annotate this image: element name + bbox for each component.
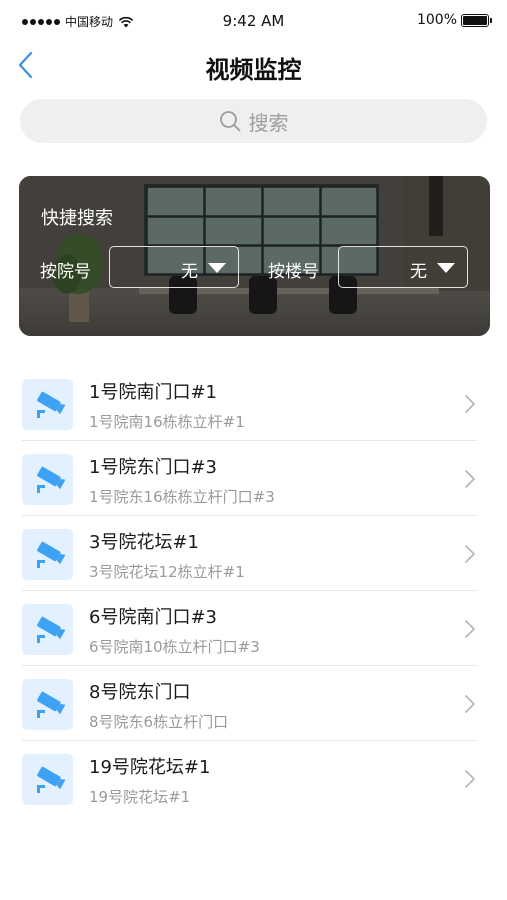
camera-title: 1号院东门口#3 — [89, 457, 217, 478]
nav-bar: 视频监控 — [0, 42, 507, 90]
chevron-right-icon — [465, 695, 475, 713]
courtyard-select-value: 无 — [181, 262, 198, 282]
courtyard-select[interactable]: 无 — [109, 246, 239, 288]
camera-icon-tile — [22, 454, 73, 505]
camera-subtitle: 3号院花坛12栋立杆#1 — [89, 563, 245, 581]
camera-icon-tile — [22, 754, 73, 805]
camera-title: 6号院南门口#3 — [89, 607, 217, 628]
camera-list-item[interactable]: 8号院东门口 8号院东6栋立杆门口 — [0, 666, 507, 741]
chevron-right-icon — [465, 395, 475, 413]
camera-list-item[interactable]: 6号院南门口#3 6号院南10栋立杆门口#3 — [0, 591, 507, 666]
battery-fill — [463, 15, 487, 25]
quick-search-banner: 快捷搜索 按院号 无 按楼号 无 — [19, 176, 490, 336]
camera-icon-tile — [22, 679, 73, 730]
caret-down-icon — [208, 263, 226, 273]
search-icon — [219, 111, 240, 132]
camera-subtitle: 19号院花坛#1 — [89, 788, 191, 806]
camera-icon-tile — [22, 604, 73, 655]
chevron-right-icon — [465, 620, 475, 638]
chevron-right-icon — [465, 770, 475, 788]
camera-title: 8号院东门口 — [89, 682, 191, 703]
battery-icon — [461, 13, 492, 27]
camera-list-item[interactable]: 1号院东门口#3 1号院东16栋栋立杆门口#3 — [0, 441, 507, 516]
camera-icon-tile — [22, 529, 73, 580]
status-bar: 中国移动 9:42 AM 100% — [0, 0, 507, 42]
camera-icon — [36, 466, 65, 493]
camera-list-item[interactable]: 19号院花坛#1 19号院花坛#1 — [0, 741, 507, 816]
camera-subtitle: 6号院南10栋立杆门口#3 — [89, 638, 260, 656]
camera-list-item[interactable]: 3号院花坛#1 3号院花坛12栋立杆#1 — [0, 516, 507, 591]
camera-icon-tile — [22, 379, 73, 430]
chevron-right-icon — [465, 470, 475, 488]
page-title: 视频监控 — [205, 56, 302, 84]
camera-icon — [36, 541, 65, 568]
camera-icon — [36, 766, 65, 793]
building-filter-label: 按楼号 — [268, 262, 319, 282]
camera-subtitle: 1号院东16栋栋立杆门口#3 — [89, 488, 275, 506]
building-select-value: 无 — [410, 262, 427, 282]
camera-list: 1号院南门口#1 1号院南16栋栋立杆#1 1号院东门口#3 1号院东16栋栋立… — [0, 366, 507, 816]
camera-subtitle: 1号院南16栋栋立杆#1 — [89, 413, 245, 431]
camera-list-item[interactable]: 1号院南门口#1 1号院南16栋栋立杆#1 — [0, 366, 507, 441]
caret-down-icon — [437, 263, 455, 273]
screen: 中国移动 9:42 AM 100% 视频监控 搜索 快捷搜索 按院号 无 按楼号… — [0, 0, 507, 900]
camera-title: 1号院南门口#1 — [89, 382, 217, 403]
quick-search-title: 快捷搜索 — [41, 208, 113, 229]
battery-percent: 100% — [416, 12, 457, 28]
camera-subtitle: 8号院东6栋立杆门口 — [89, 713, 229, 731]
status-right: 100% — [416, 12, 492, 28]
search-input[interactable]: 搜索 — [20, 99, 487, 143]
courtyard-filter-label: 按院号 — [40, 262, 91, 282]
chevron-right-icon — [465, 545, 475, 563]
search-placeholder: 搜索 — [248, 110, 289, 135]
camera-icon — [36, 616, 65, 643]
camera-icon — [36, 691, 65, 718]
building-select[interactable]: 无 — [338, 246, 468, 288]
camera-title: 3号院花坛#1 — [89, 532, 199, 553]
camera-icon — [36, 391, 65, 418]
camera-title: 19号院花坛#1 — [89, 757, 211, 778]
